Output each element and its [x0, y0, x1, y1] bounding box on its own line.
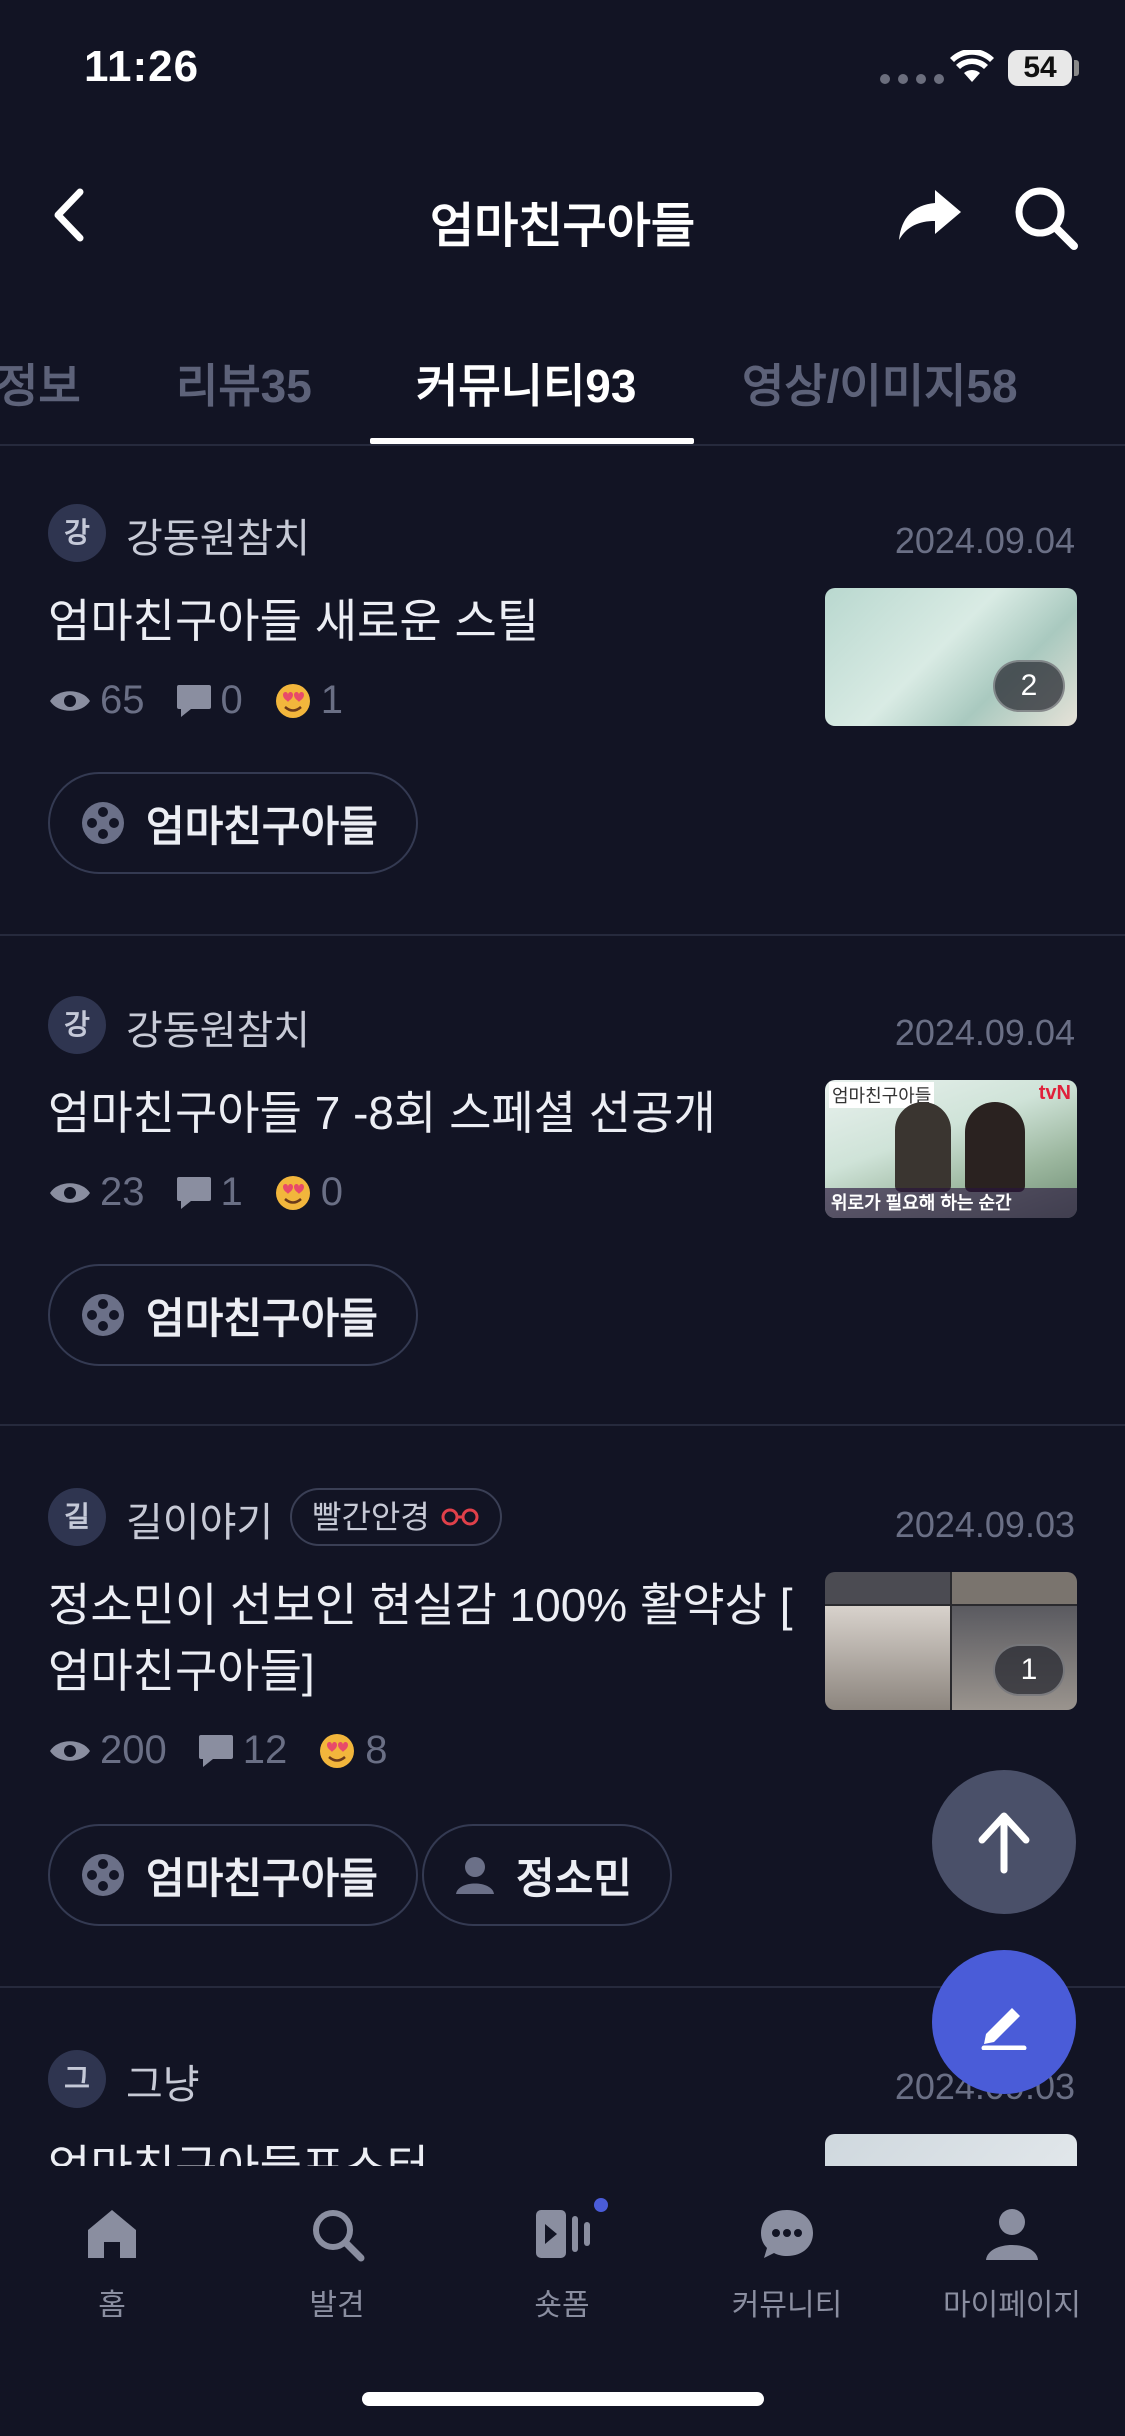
home-indicator: [362, 2392, 764, 2406]
new-dot-indicator: [594, 2198, 608, 2212]
tab-bar: 정보 리뷰35 커뮤니티93 영상/이미지58: [0, 330, 1125, 446]
nav-community[interactable]: 커뮤니티: [697, 2194, 877, 2324]
heart-eyes-emoji-icon: [320, 1733, 355, 1768]
image-count-badge: 2: [993, 660, 1065, 712]
battery-icon: 54: [1008, 50, 1072, 86]
tag-chip-title[interactable]: 엄마친구아들: [48, 772, 418, 874]
nav-shortform[interactable]: 숏폼: [472, 2194, 652, 2324]
user-badge: 빨간안경: [290, 1488, 502, 1546]
avatar: 강: [48, 996, 106, 1054]
nav-label: 홈: [98, 2289, 126, 2322]
tab-media[interactable]: 영상/이미지58: [742, 350, 1018, 416]
post-title[interactable]: 엄마친구아들포스터: [48, 2134, 818, 2166]
eye-icon: [50, 1182, 90, 1203]
tag-chip-person[interactable]: 정소민: [422, 1824, 672, 1926]
top-header: 엄마친구아들: [0, 160, 1125, 270]
post-title[interactable]: 정소민이 선보인 현실감 100% 활약상 [ 엄마친구아들]: [48, 1572, 818, 1704]
film-reel-icon: [82, 1854, 124, 1896]
status-time: 11:26: [84, 42, 200, 91]
post-stats: 65 0 1: [48, 678, 373, 723]
avatar: 강: [48, 504, 106, 562]
write-post-button[interactable]: [932, 1950, 1076, 2094]
film-reel-icon: [82, 1294, 124, 1336]
reaction-count: 0: [320, 1170, 343, 1214]
author-name[interactable]: 강동원참치: [126, 998, 310, 1056]
post-date: 2024.09.03: [894, 1504, 1075, 1545]
chip-label: 엄마친구아들: [146, 1854, 378, 1902]
tab-community[interactable]: 커뮤니티93: [416, 350, 636, 416]
post-item[interactable]: 강 강동원참치 2024.09.04 엄마친구아들 7 -8회 스페셜 선공개 …: [0, 936, 1125, 1426]
post-thumbnail[interactable]: [825, 2134, 1077, 2166]
reaction-count: 8: [365, 1728, 388, 1772]
heart-eyes-emoji-icon: [275, 1175, 310, 1210]
post-thumbnail[interactable]: 엄마친구아들 tvN 위로가 필요해 하는 순간: [825, 1080, 1077, 1218]
nav-label: 숏폼: [534, 2289, 590, 2322]
tag-chip-title[interactable]: 엄마친구아들: [48, 1824, 418, 1926]
chip-label: 정소민: [516, 1854, 632, 1902]
nav-label: 커뮤니티: [731, 2289, 843, 2322]
chip-label: 엄마친구아들: [146, 802, 378, 850]
view-count: 65: [100, 678, 145, 722]
home-icon: [88, 2210, 136, 2258]
nav-mypage[interactable]: 마이페이지: [922, 2194, 1102, 2324]
avatar: 길: [48, 1488, 106, 1546]
shortform-icon: [536, 2210, 590, 2258]
comment-count: 0: [220, 678, 243, 722]
scroll-to-top-button[interactable]: [932, 1770, 1076, 1914]
pencil-icon: [981, 2008, 1027, 2050]
signal-icon: [880, 74, 944, 84]
active-tab-indicator: [370, 438, 694, 444]
comment-count: 12: [242, 1728, 288, 1772]
comment-count: 1: [220, 1170, 243, 1214]
eye-icon: [50, 690, 90, 711]
person-icon: [986, 2209, 1038, 2260]
nav-home[interactable]: 홈: [22, 2194, 202, 2324]
post-thumbnail[interactable]: 2: [825, 588, 1077, 726]
person-icon: [456, 1857, 494, 1894]
author-name[interactable]: 그냥: [126, 2052, 200, 2110]
post-item[interactable]: 길 길이야기 빨간안경 2024.09.03 정소민이 선보인 현실감 100%…: [0, 1426, 1125, 1988]
post-stats: 23 1 0: [48, 1170, 373, 1215]
author-name[interactable]: 길이야기: [126, 1490, 273, 1548]
share-icon[interactable]: [895, 184, 965, 244]
view-count: 200: [100, 1728, 167, 1772]
nav-discover[interactable]: 발견: [247, 2194, 427, 2324]
thumb-caption: 위로가 필요해 하는 순간: [825, 1188, 1077, 1218]
tab-reviews[interactable]: 리뷰35: [176, 350, 312, 416]
badge-label: 빨간안경: [312, 1499, 430, 1535]
avatar: 그: [48, 2050, 106, 2108]
comment-icon: [176, 1176, 211, 1209]
post-title[interactable]: 엄마친구아들 새로운 스틸: [48, 588, 818, 654]
arrow-up-icon: [978, 1812, 1030, 1874]
heart-eyes-emoji-icon: [275, 683, 310, 718]
reaction-count: 1: [320, 678, 343, 722]
image-count-badge: 1: [993, 1644, 1065, 1696]
post-date: 2024.09.04: [894, 1012, 1075, 1053]
wifi-icon: [950, 50, 994, 82]
nav-label: 마이페이지: [943, 2289, 1081, 2322]
tag-chip-title[interactable]: 엄마친구아들: [48, 1264, 418, 1366]
post-thumbnail[interactable]: 1: [825, 1572, 1077, 1710]
search-icon[interactable]: [1010, 182, 1080, 252]
chat-icon: [761, 2210, 813, 2258]
search-icon: [313, 2210, 365, 2262]
author-name[interactable]: 강동원참치: [126, 506, 310, 564]
comment-icon: [176, 684, 211, 717]
post-stats: 200 12 8: [48, 1728, 418, 1773]
chip-label: 엄마친구아들: [146, 1294, 378, 1342]
comment-icon: [198, 1734, 233, 1767]
post-title[interactable]: 엄마친구아들 7 -8회 스페셜 선공개: [48, 1080, 818, 1146]
film-reel-icon: [82, 802, 124, 844]
post-item[interactable]: 강 강동원참치 2024.09.04 엄마친구아들 새로운 스틸 65 0 1 …: [0, 446, 1125, 936]
eye-icon: [50, 1740, 90, 1761]
post-date: 2024.09.04: [894, 520, 1075, 561]
view-count: 23: [100, 1170, 145, 1214]
status-bar: 11:26 54: [0, 0, 1125, 140]
glasses-icon: [441, 1508, 479, 1526]
tab-info[interactable]: 정보: [0, 350, 81, 416]
tvn-logo: tvN: [1038, 1082, 1071, 1104]
nav-label: 발견: [309, 2289, 365, 2322]
